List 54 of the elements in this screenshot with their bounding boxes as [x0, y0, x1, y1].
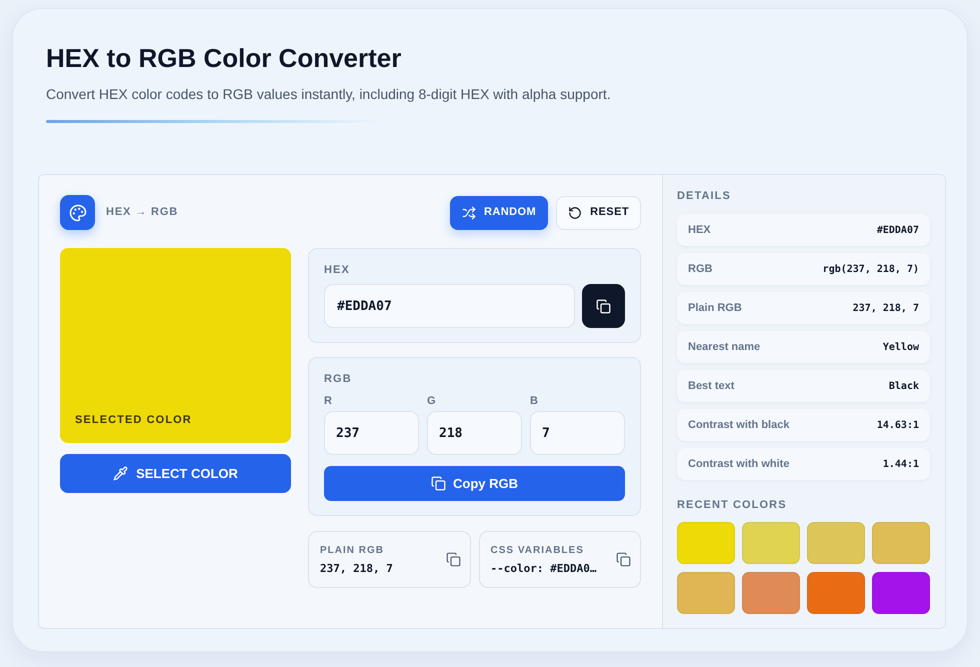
detail-value: 1.44:1 [882, 458, 919, 472]
page-subtitle: Convert HEX color codes to RGB values instantly, including 8-digit HEX with alpha support. [46, 85, 612, 104]
channel-label: R [324, 394, 333, 408]
rotate-icon [568, 206, 582, 220]
detail-label: Contrast with white [688, 456, 790, 472]
color-swatch[interactable] [807, 522, 865, 564]
detail-label: Nearest name [688, 340, 760, 355]
pipette-icon [113, 466, 128, 481]
color-swatch[interactable] [872, 522, 930, 564]
rgb-label: RGB [324, 372, 353, 386]
recent-colors-title: RECENT COLORS [677, 498, 788, 512]
output-label: CSS VARIABLES [490, 544, 585, 556]
detail-label: Plain RGB [688, 300, 742, 316]
color-swatch[interactable] [742, 522, 800, 564]
detail-label: RGB [688, 262, 712, 277]
detail-label: HEX [688, 222, 711, 238]
detail-value: 14.63:1 [876, 418, 919, 432]
detail-value: #EDDA07 [876, 224, 919, 238]
output-value: 237, 218, 7 [320, 562, 393, 576]
channel-input[interactable]: 218 [427, 411, 522, 455]
select-color-button[interactable]: SELECT COLOR [60, 454, 291, 493]
copy-rgb-button[interactable]: Copy RGB [324, 466, 625, 501]
copy-button[interactable] [582, 284, 625, 328]
color-swatch[interactable] [872, 572, 930, 614]
detail-label: Contrast with black [688, 418, 790, 433]
detail-value: rgb(237, 218, 7) [822, 262, 919, 276]
color-swatch[interactable] [677, 572, 735, 614]
detail-value: 237, 218, 7 [852, 302, 919, 316]
palette-icon [60, 195, 95, 230]
output-value: --color: #EDDA0… [490, 562, 596, 576]
channel-input[interactable]: 7 [530, 411, 625, 455]
color-swatch[interactable] [807, 572, 865, 614]
shuffle-icon [462, 206, 476, 220]
copy-icon[interactable] [616, 552, 631, 567]
copy-icon [596, 298, 612, 314]
hex-label: HEX [324, 263, 351, 277]
details-title: DETAILS [677, 189, 732, 203]
reset-button[interactable]: RESET [556, 196, 641, 230]
copy-icon[interactable] [446, 552, 460, 567]
hex-input[interactable]: #EDDA07 [324, 284, 576, 328]
preview-label: SELECTED COLOR [75, 412, 192, 428]
channel-input[interactable]: 237 [324, 411, 419, 455]
channel-label: G [427, 394, 437, 408]
output-label: PLAIN RGB [320, 544, 385, 556]
page-title: HEX to RGB Color Converter [46, 42, 402, 75]
detail-value: Black [888, 380, 919, 394]
detail-label: Best text [688, 378, 734, 394]
random-button[interactable]: RANDOM [450, 196, 548, 230]
color-swatch[interactable] [742, 572, 800, 614]
color-swatch[interactable] [677, 522, 735, 564]
detail-value: Yellow [882, 340, 919, 354]
channel-label: B [530, 394, 539, 408]
copy-icon [431, 476, 446, 491]
mode-label: HEX → RGB [106, 205, 178, 220]
